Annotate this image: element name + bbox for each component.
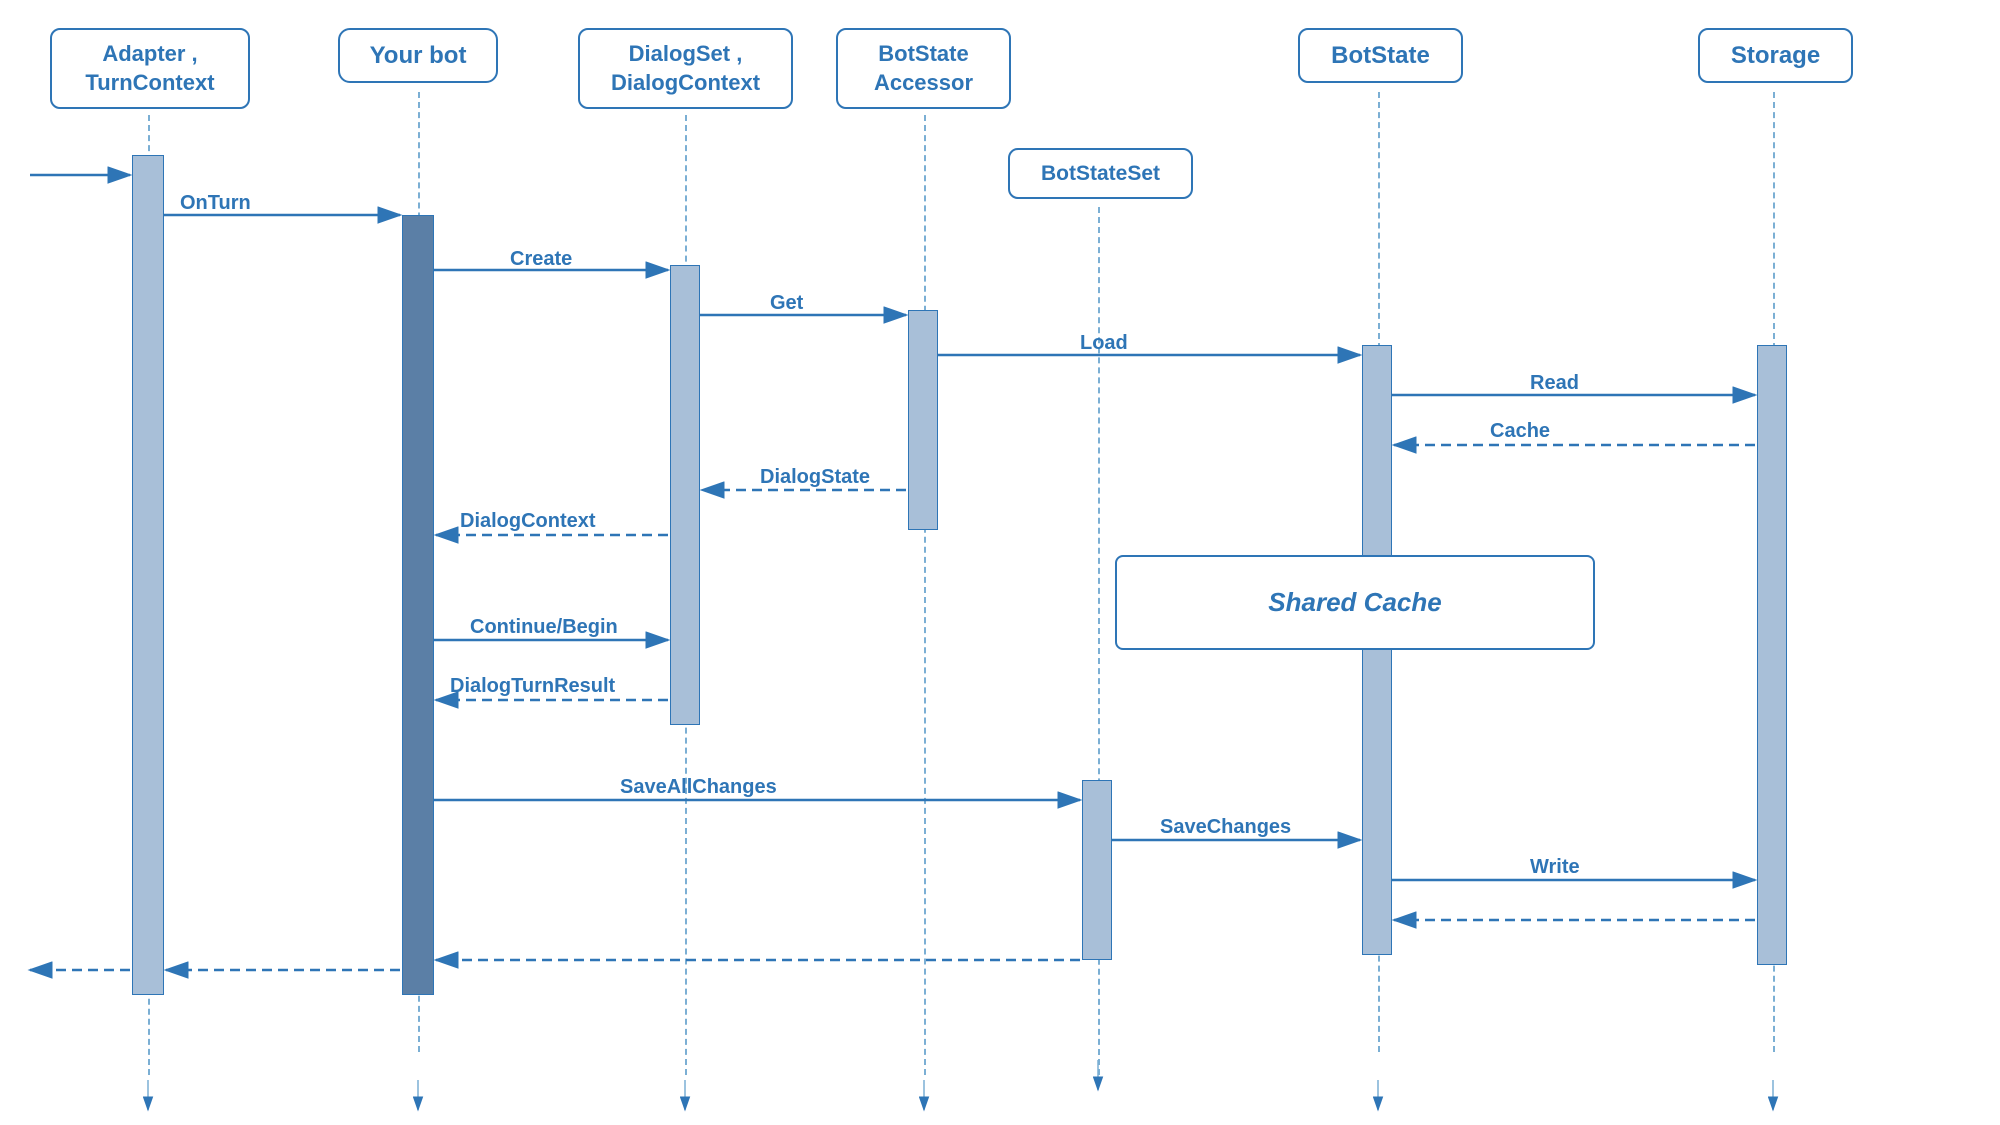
label-onturn: OnTurn (180, 192, 251, 215)
actor-botstate: BotState (1298, 28, 1463, 83)
label-continue-begin: Continue/Begin (470, 616, 618, 639)
label-write: Write (1530, 856, 1580, 879)
label-dialogstate: DialogState (760, 466, 870, 489)
label-create: Create (510, 248, 572, 271)
activation-botstate (1362, 345, 1392, 955)
label-get: Get (770, 292, 803, 315)
actor-botstateset: BotStateSet (1008, 148, 1193, 199)
label-saveallchanges: SaveAllChanges (620, 776, 777, 799)
actor-dialogset: DialogSet ,DialogContext (578, 28, 793, 109)
label-load: Load (1080, 332, 1128, 355)
shared-cache-label: Shared Cache (1115, 555, 1595, 650)
label-cache: Cache (1490, 420, 1550, 443)
label-savechanges: SaveChanges (1160, 816, 1291, 839)
label-dialogturnresult: DialogTurnResult (450, 675, 615, 698)
label-read: Read (1530, 372, 1579, 395)
actor-storage: Storage (1698, 28, 1853, 83)
activation-storage (1757, 345, 1787, 965)
activation-dialogset-top (670, 265, 700, 725)
actor-yourbot: Your bot (338, 28, 498, 83)
lifeline-botstate-accessor (924, 115, 926, 1075)
actor-botstate-accessor: BotStateAccessor (836, 28, 1011, 109)
activation-botstate-accessor (908, 310, 938, 530)
label-dialogcontext: DialogContext (460, 510, 596, 533)
arrows-layer (0, 0, 2000, 1125)
activation-botstateset-bottom (1082, 780, 1112, 960)
activation-yourbot (402, 215, 434, 995)
sequence-diagram: Adapter ,TurnContext Your bot DialogSet … (0, 0, 2000, 1125)
actor-adapter: Adapter ,TurnContext (50, 28, 250, 109)
activation-adapter (132, 155, 164, 995)
